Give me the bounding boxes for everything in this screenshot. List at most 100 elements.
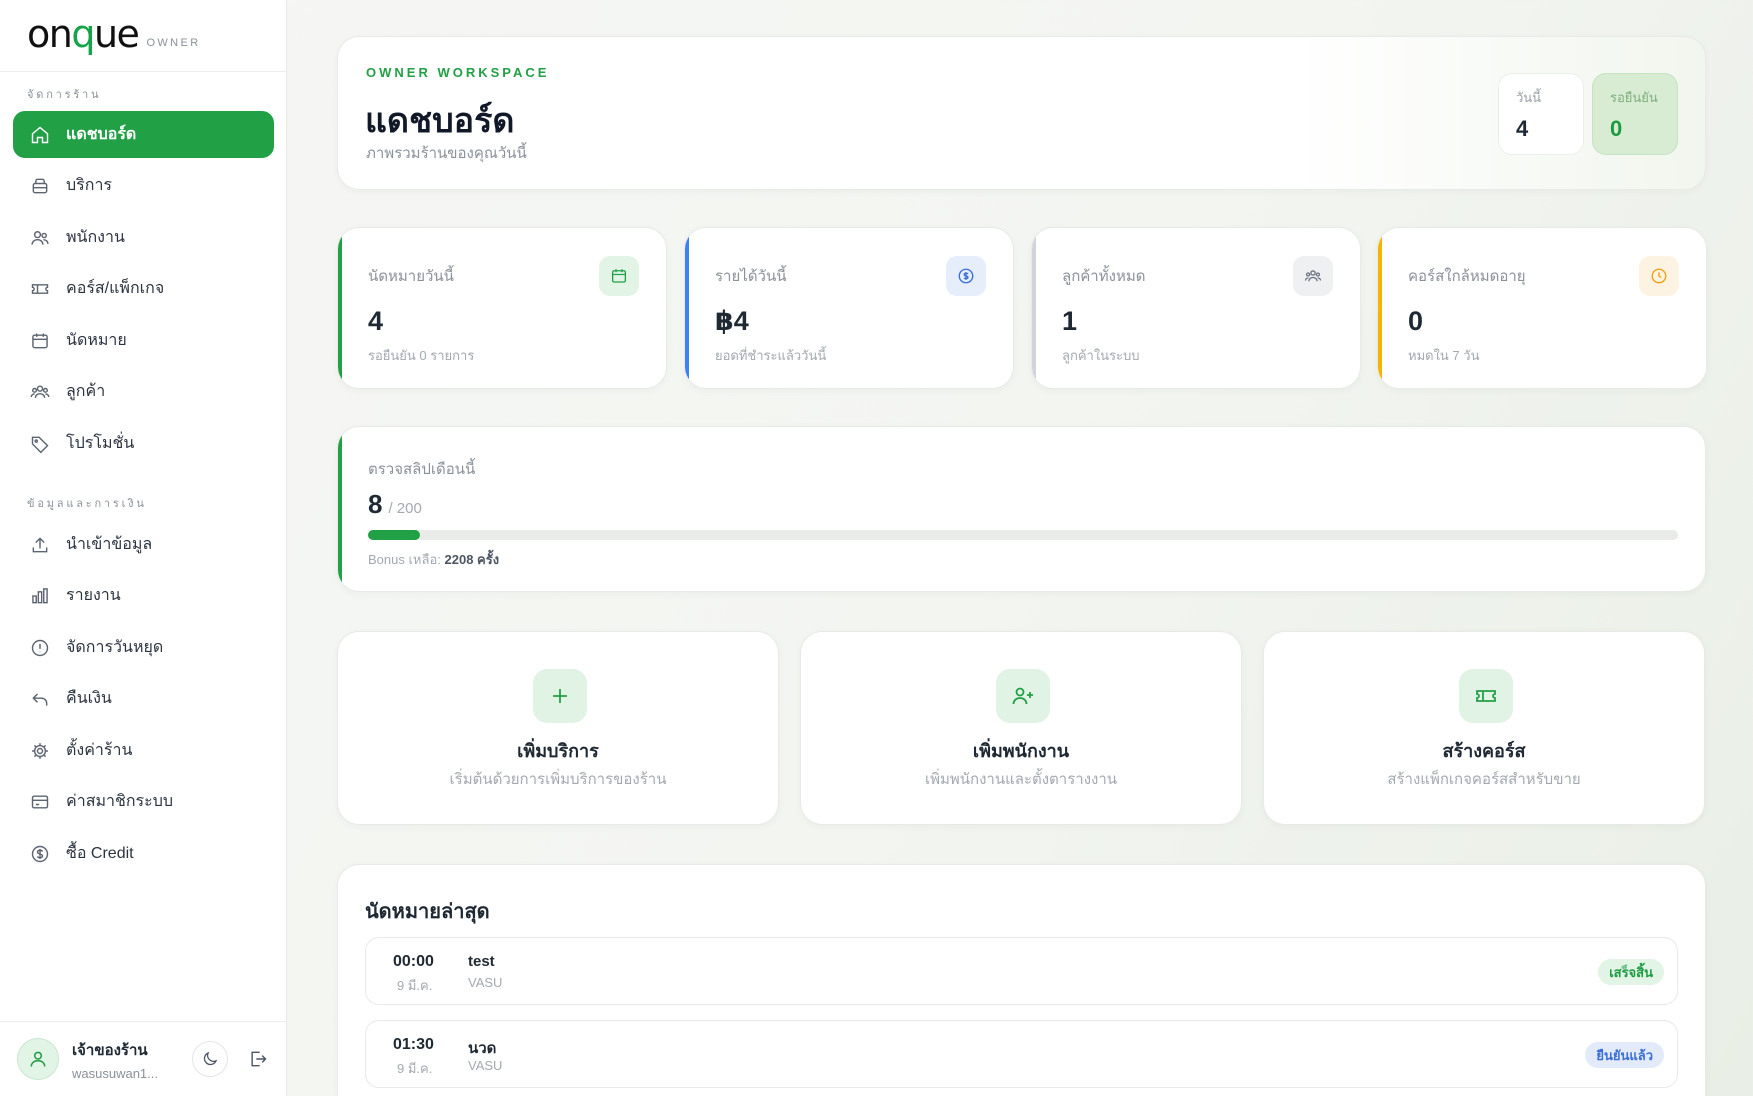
sidebar-item-label: นำเข้าข้อมูล — [66, 536, 153, 553]
appointment-date: 9 มี.ค. — [397, 1061, 433, 1076]
user-bar: เจ้าของร้าน wasusuwan1... — [0, 1021, 287, 1096]
stat-value: 4 — [368, 306, 384, 336]
clock-icon — [1639, 256, 1679, 296]
appointment-service: test — [468, 953, 495, 970]
group-icon — [1293, 256, 1333, 296]
user-icon — [30, 1051, 46, 1067]
appointment-date: 9 มี.ค. — [397, 978, 433, 993]
stat-sub: รอยืนยัน 0 รายการ — [368, 348, 475, 363]
tag-icon — [29, 433, 51, 455]
coin-icon — [946, 256, 986, 296]
recent-appointments-card: นัดหมายล่าสุด 00:00 9 มี.ค. test VASU เส… — [337, 864, 1706, 1096]
sidebar-item-appointments[interactable]: นัดหมาย — [13, 317, 274, 364]
sidebar-item-label: คืนเงิน — [66, 690, 112, 707]
ticket-icon — [29, 278, 51, 300]
sidebar-item-refund[interactable]: คืนเงิน — [13, 675, 274, 722]
stat-label: คอร์สใกล้หมดอายุ — [1408, 268, 1526, 285]
sidebar-item-promotions[interactable]: โปรโมชั่น — [13, 420, 274, 467]
box-icon — [29, 175, 51, 197]
stat-label: ลูกค้าทั้งหมด — [1062, 268, 1146, 285]
add-service-button[interactable]: เพิ่มบริการ เริ่มต้นด้วยการเพิ่มบริการขอ… — [337, 631, 779, 825]
stat-value: ฿4 — [715, 306, 749, 336]
sidebar-item-buy-credit[interactable]: ซื้อ Credit — [13, 830, 274, 877]
quota-label: ตรวจสลิปเดือนนี้ — [368, 461, 476, 478]
sidebar-item-staff[interactable]: พนักงาน — [13, 214, 274, 261]
bonus-label: Bonus เหลือ: — [368, 552, 441, 567]
users-icon — [29, 227, 51, 249]
bonus-remaining: Bonus เหลือ: 2208 ครั้ง — [368, 549, 499, 570]
sidebar-item-import[interactable]: นำเข้าข้อมูล — [13, 521, 274, 568]
page-title: แดชบอร์ด — [365, 102, 515, 140]
create-course-button[interactable]: สร้างคอร์ส สร้างแพ็กเกจคอร์สสำหรับขาย — [1263, 631, 1705, 825]
status-badge: เสร็จสิ้น — [1598, 959, 1664, 985]
pending-mini-card: รอยืนยัน 0 — [1592, 73, 1678, 155]
stat-card-expiring-courses: คอร์สใกล้หมดอายุ 0 หมดใน 7 วัน — [1377, 227, 1707, 389]
stat-accent — [338, 228, 342, 388]
list-item[interactable]: 01:30 9 มี.ค. นวด VASU ยืนยันแล้ว — [365, 1020, 1678, 1088]
sidebar-item-label: แดชบอร์ด — [66, 126, 137, 143]
sidebar-item-courses[interactable]: คอร์ส/แพ็กเกจ — [13, 265, 274, 312]
pending-value: 0 — [1610, 116, 1623, 141]
ticket-icon — [1459, 669, 1513, 723]
logout-icon — [251, 1051, 267, 1067]
stat-card-customers: ลูกค้าทั้งหมด 1 ลูกค้าในระบบ — [1031, 227, 1361, 389]
today-value: 4 — [1516, 116, 1529, 141]
sidebar-item-holidays[interactable]: จัดการวันหยุด — [13, 624, 274, 671]
sidebar-item-customers[interactable]: ลูกค้า — [13, 368, 274, 415]
sidebar-item-label: นัดหมาย — [66, 332, 127, 349]
today-label: วันนี้ — [1516, 90, 1542, 105]
theme-toggle-button[interactable] — [192, 1041, 228, 1077]
credit-card-icon — [29, 791, 51, 813]
hero-card: OWNER WORKSPACE แดชบอร์ด ภาพรวมร้านของคุ… — [337, 36, 1706, 190]
stat-value: 1 — [1062, 306, 1078, 336]
action-subtitle: สร้างแพ็กเกจคอร์สสำหรับขาย — [1387, 771, 1581, 788]
avatar[interactable] — [17, 1038, 59, 1080]
calendar-icon — [599, 256, 639, 296]
stat-sub: ลูกค้าในระบบ — [1062, 348, 1140, 363]
stat-card-appointments: นัดหมายวันนี้ 4 รอยืนยัน 0 รายการ — [337, 227, 667, 389]
action-title: เพิ่มพนักงาน — [972, 741, 1070, 761]
appointment-time: 01:30 — [393, 1036, 434, 1053]
brand-role: OWNER — [146, 37, 201, 49]
sidebar-item-label: รายงาน — [66, 587, 121, 604]
sidebar-item-label: บริการ — [66, 177, 113, 194]
onque-logo[interactable]: onque — [27, 15, 140, 53]
sidebar-item-dashboard[interactable]: แดชบอร์ด — [13, 111, 274, 158]
quota-progress-bar — [368, 530, 1678, 540]
sidebar-item-reports[interactable]: รายงาน — [13, 572, 274, 619]
quota-max: / 200 — [388, 500, 422, 517]
slip-quota-card: ตรวจสลิปเดือนนี้ 8 / 200 Bonus เหลือ: 220… — [337, 426, 1706, 592]
sidebar: onque OWNER จัดการร้าน แดชบอร์ด บริการ พ… — [0, 0, 287, 1096]
moon-icon — [203, 1051, 218, 1066]
stat-sub: ยอดที่ชำระแล้ววันนี้ — [715, 348, 827, 363]
section-label-shop: จัดการร้าน — [27, 89, 102, 101]
bar-chart-icon — [29, 585, 51, 607]
alert-circle-icon — [29, 637, 51, 659]
gear-icon — [29, 740, 51, 762]
bonus-value: 2208 ครั้ง — [444, 552, 500, 567]
action-subtitle: เพิ่มพนักงานและตั้งตารางงาน — [924, 771, 1118, 788]
action-title: เพิ่มบริการ — [517, 741, 599, 761]
today-mini-card: วันนี้ 4 — [1498, 73, 1584, 155]
stat-label: นัดหมายวันนี้ — [368, 268, 454, 285]
appointment-time: 00:00 — [393, 953, 434, 970]
stat-label: รายได้วันนี้ — [715, 268, 787, 285]
list-item[interactable]: 00:00 9 มี.ค. test VASU เสร็จสิ้น — [365, 937, 1678, 1005]
stat-card-revenue: รายได้วันนี้ ฿4 ยอดที่ชำระแล้ววันนี้ — [684, 227, 1014, 389]
section-label-finance: ข้อมูลและการเงิน — [27, 498, 147, 510]
user-info: เจ้าของร้าน wasusuwan1... — [72, 1038, 172, 1081]
status-badge: ยืนยันแล้ว — [1585, 1042, 1664, 1068]
quota-accent — [338, 427, 342, 591]
sidebar-item-settings[interactable]: ตั้งค่าร้าน — [13, 727, 274, 774]
stat-accent — [685, 228, 689, 388]
quota-used: 8 — [368, 489, 383, 519]
sidebar-item-services[interactable]: บริการ — [13, 162, 274, 209]
workspace-eyebrow: OWNER WORKSPACE — [366, 65, 550, 80]
action-title: สร้างคอร์ส — [1442, 741, 1526, 761]
add-staff-button[interactable]: เพิ่มพนักงาน เพิ่มพนักงานและตั้งตารางงาน — [800, 631, 1242, 825]
logout-button[interactable] — [240, 1041, 276, 1077]
sidebar-item-subscription[interactable]: ค่าสมาชิกระบบ — [13, 778, 274, 825]
sidebar-item-label: ซื้อ Credit — [66, 845, 134, 862]
sidebar-item-label: จัดการวันหยุด — [66, 639, 164, 656]
dollar-icon — [29, 843, 51, 865]
